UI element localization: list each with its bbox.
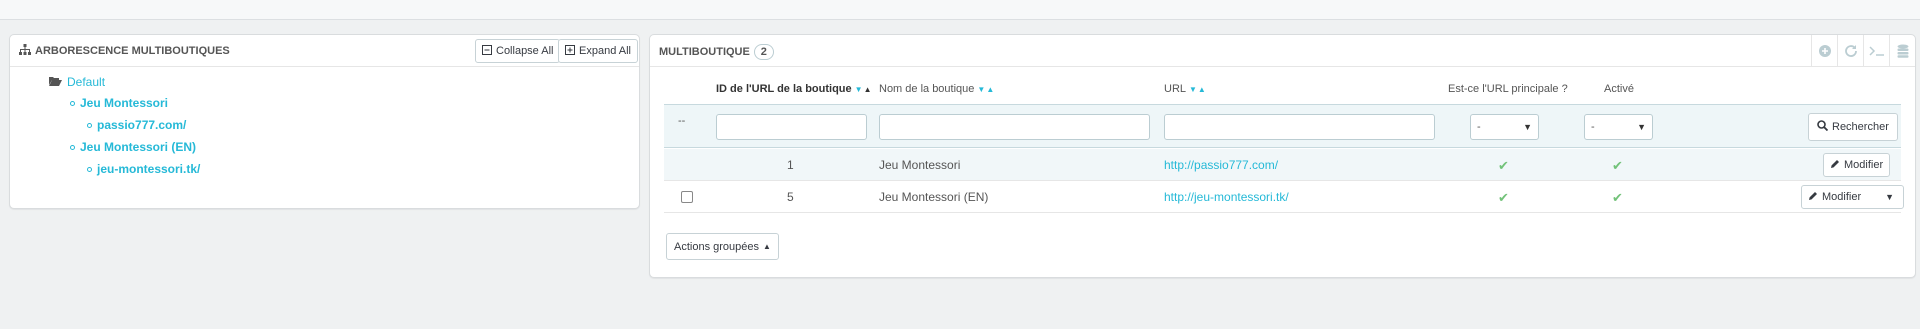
column-header-main-url: Est-ce l'URL principale ? — [1448, 83, 1568, 95]
cell-id: 1 — [787, 158, 794, 172]
bullet-icon — [70, 100, 75, 106]
column-header-label: Activé — [1604, 83, 1634, 95]
cell-url-link[interactable]: http://jeu-montessori.tk/ — [1164, 190, 1289, 204]
row-checkbox[interactable] — [681, 191, 693, 203]
collapse-all-label: Collapse All — [496, 45, 554, 57]
tree-panel-title-text: ARBORESCENCE MULTIBOUTIQUES — [35, 45, 230, 57]
column-header-label: ID de l'URL de la boutique — [716, 83, 852, 95]
bulk-select-placeholder: -- — [678, 115, 686, 127]
filter-active-value: - — [1591, 121, 1595, 133]
column-header-shop-name[interactable]: Nom de la boutique ▼▲ — [879, 83, 995, 95]
filter-active-select[interactable]: - ▼ — [1584, 114, 1653, 140]
search-button[interactable]: Rechercher — [1808, 113, 1898, 141]
tree-url-label: passio777.com/ — [97, 118, 187, 132]
tree-panel: ARBORESCENCE MULTIBOUTIQUES Collapse All… — [9, 34, 640, 209]
tree-panel-header: ARBORESCENCE MULTIBOUTIQUES Collapse All… — [10, 35, 639, 67]
check-icon[interactable]: ✔ — [1498, 158, 1509, 174]
tree-url-label: jeu-montessori.tk/ — [97, 162, 201, 176]
sitemap-icon — [19, 44, 31, 58]
pencil-icon — [1808, 191, 1818, 204]
edit-button-label: Modifier — [1822, 191, 1862, 203]
filter-main-value: - — [1477, 121, 1481, 133]
cell-shop-name: Jeu Montessori — [879, 158, 961, 172]
bulk-actions-label: Actions groupées — [674, 240, 759, 253]
search-button-label: Rechercher — [1832, 121, 1889, 133]
filter-main-select[interactable]: - ▼ — [1470, 114, 1539, 140]
tree-shop-label: Jeu Montessori — [80, 96, 169, 110]
bullet-icon — [87, 122, 92, 128]
tree-shop-item[interactable]: Jeu Montessori (EN) — [70, 140, 196, 154]
sql-icon[interactable] — [1863, 35, 1889, 67]
tree-shop-label: Jeu Montessori (EN) — [80, 140, 197, 154]
top-bar — [0, 0, 1920, 20]
pencil-icon — [1830, 159, 1840, 172]
cell-shop-name: Jeu Montessori (EN) — [879, 190, 989, 204]
tree-url-item[interactable]: passio777.com/ — [87, 118, 186, 132]
check-icon[interactable]: ✔ — [1612, 190, 1623, 206]
check-icon[interactable]: ✔ — [1498, 190, 1509, 206]
dropdown-toggle[interactable]: ▼ — [1871, 192, 1903, 202]
tree-root-label: Default — [67, 75, 106, 89]
edit-button-label: Modifier — [1844, 159, 1884, 171]
table-row: 1 Jeu Montessori http://passio777.com/ ✔… — [664, 149, 1901, 181]
list-panel-header: MULTIBOUTIQUE 2 — [650, 35, 1915, 67]
column-header-label: URL — [1164, 83, 1187, 95]
collapse-all-button[interactable]: Collapse All — [475, 39, 561, 63]
sort-icon[interactable]: ▼▲ — [1189, 85, 1207, 94]
count-badge: 2 — [753, 44, 774, 60]
column-header-id[interactable]: ID de l'URL de la boutique ▼▲ — [716, 83, 873, 95]
bulk-actions-button[interactable]: Actions groupées ▲ — [666, 233, 779, 260]
caret-down-icon: ▼ — [1885, 192, 1895, 202]
filter-shop-name-input[interactable] — [879, 114, 1150, 140]
expand-icon — [565, 44, 575, 58]
tree-root-default[interactable]: Default — [49, 75, 105, 89]
cell-url-link[interactable]: http://passio777.com/ — [1164, 158, 1278, 172]
expand-all-button[interactable]: Expand All — [558, 39, 638, 63]
filter-url-input[interactable] — [1164, 114, 1435, 140]
cell-id: 5 — [787, 190, 794, 204]
edit-button[interactable]: Modifier — [1823, 153, 1891, 177]
add-icon[interactable] — [1811, 35, 1837, 67]
list-toolbar — [1811, 35, 1915, 67]
expand-all-label: Expand All — [579, 45, 631, 57]
collapse-icon — [482, 44, 492, 58]
table-row: 5 Jeu Montessori (EN) http://jeu-montess… — [664, 181, 1905, 213]
sort-icon[interactable]: ▼▲ — [977, 85, 995, 94]
database-icon[interactable] — [1889, 35, 1915, 67]
folder-open-icon — [49, 75, 62, 89]
search-icon — [1817, 120, 1829, 134]
chevron-down-icon: ▼ — [1637, 122, 1646, 132]
column-header-label: Est-ce l'URL principale ? — [1448, 83, 1568, 95]
chevron-down-icon: ▼ — [1523, 122, 1532, 132]
list-panel-title: MULTIBOUTIQUE 2 — [659, 44, 774, 60]
edit-button[interactable]: Modifier — [1802, 191, 1867, 204]
tree-shop-item[interactable]: Jeu Montessori — [70, 96, 168, 110]
refresh-icon[interactable] — [1837, 35, 1863, 67]
edit-button-group[interactable]: Modifier ▼ — [1801, 185, 1905, 209]
filter-row: -- - ▼ - ▼ Rechercher — [664, 104, 1901, 148]
shop-list-panel: MULTIBOUTIQUE 2 ID de l'URL de la boutiq… — [649, 34, 1916, 278]
caret-up-icon: ▲ — [763, 242, 771, 251]
column-header-url[interactable]: URL ▼▲ — [1164, 83, 1207, 95]
tree-panel-title: ARBORESCENCE MULTIBOUTIQUES — [19, 44, 230, 58]
filter-id-input[interactable] — [716, 114, 867, 140]
column-header-active: Activé — [1604, 83, 1634, 95]
list-panel-title-text: MULTIBOUTIQUE — [659, 46, 750, 58]
bullet-icon — [70, 144, 75, 150]
bullet-icon — [87, 166, 92, 172]
column-header-label: Nom de la boutique — [879, 83, 975, 95]
check-icon[interactable]: ✔ — [1612, 158, 1623, 174]
sort-icon[interactable]: ▼▲ — [855, 85, 873, 94]
tree-url-item[interactable]: jeu-montessori.tk/ — [87, 162, 200, 176]
